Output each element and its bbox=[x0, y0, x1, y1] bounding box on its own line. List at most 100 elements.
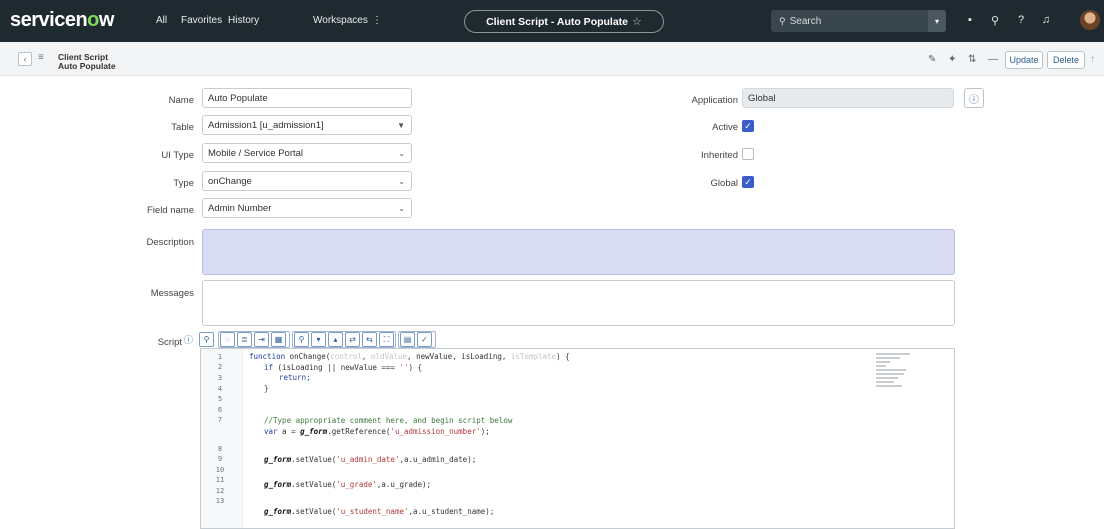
search-scope-dropdown[interactable]: ▾ bbox=[928, 10, 946, 32]
ui-type-select-value: Mobile / Service Portal bbox=[208, 147, 304, 159]
search-icon: ⚲ bbox=[779, 15, 786, 26]
type-select[interactable]: onChange ⌄ bbox=[202, 171, 412, 191]
line-number: 11 bbox=[215, 476, 225, 484]
line-number: 12 bbox=[215, 487, 225, 495]
script-editor[interactable]: 1 2 3 4 5 6 7 8 9 10 11 12 13 function o… bbox=[200, 348, 955, 529]
indent-icon[interactable]: ⇥ bbox=[254, 332, 269, 347]
more-options-icon[interactable]: — bbox=[988, 54, 998, 65]
chevron-down-icon: ⌄ bbox=[398, 204, 405, 213]
chevron-down-icon: ▼ bbox=[397, 121, 405, 130]
inherited-label: Inherited bbox=[701, 150, 738, 161]
find-previous-icon[interactable]: ▴ bbox=[328, 332, 343, 347]
settings-sliders-icon[interactable]: ⇅ bbox=[968, 54, 976, 65]
line-number: 8 bbox=[217, 445, 223, 453]
find-icon[interactable]: ⚲ bbox=[294, 332, 309, 347]
page-title-pill[interactable]: Client Script - Auto Populate ☆ bbox=[464, 10, 664, 33]
activity-icon[interactable]: ✦ bbox=[948, 54, 956, 65]
script-debug-icon[interactable]: ⚲ bbox=[199, 332, 214, 347]
chevron-down-icon: ⌄ bbox=[398, 177, 405, 186]
nav-favorites[interactable]: Favorites bbox=[181, 15, 222, 26]
help-icon[interactable]: ? bbox=[1013, 12, 1029, 28]
chat-icon[interactable]: ▪ bbox=[962, 12, 978, 28]
search-input[interactable]: ⚲ Search ▾ bbox=[771, 10, 946, 32]
inherited-checkbox[interactable] bbox=[742, 148, 754, 160]
code-line: g_form.setValue('u_admin_date',a.u_admin… bbox=[264, 455, 477, 464]
code-line: //Type appropriate comment here, and beg… bbox=[264, 416, 513, 425]
update-button[interactable]: Update bbox=[1005, 51, 1043, 69]
line-number: 2 bbox=[217, 363, 223, 371]
user-avatar[interactable] bbox=[1080, 10, 1100, 30]
up-arrow-icon[interactable]: ↑ bbox=[1090, 54, 1095, 65]
fullscreen-icon[interactable]: ⛶ bbox=[379, 332, 394, 347]
global-search-icon[interactable]: ⚲ bbox=[987, 12, 1003, 28]
form-menu-icon[interactable]: ≡ bbox=[38, 52, 44, 63]
line-number: 7 bbox=[217, 416, 223, 424]
code-line: return; bbox=[279, 373, 311, 382]
type-label: Type bbox=[173, 178, 194, 189]
delete-button[interactable]: Delete bbox=[1047, 51, 1085, 69]
field-name-select-value: Admin Number bbox=[208, 202, 272, 214]
script-assist-icon[interactable]: ▤ bbox=[400, 332, 415, 347]
messages-label: Messages bbox=[150, 288, 194, 299]
ui-type-label: UI Type bbox=[161, 150, 194, 161]
info-icon[interactable]: ⓘ bbox=[964, 88, 984, 108]
application-label: Application bbox=[691, 95, 738, 106]
nav-history[interactable]: History bbox=[228, 15, 259, 26]
form-header: ‹ ≡ Client Script Auto Populate ✎ ✦ ⇅ — … bbox=[0, 42, 1104, 76]
code-line: g_form.setValue('u_student_name',a.u_stu… bbox=[264, 507, 495, 516]
line-number: 13 bbox=[215, 497, 225, 505]
line-number: 1 bbox=[217, 353, 223, 361]
form-record-name: Auto Populate bbox=[58, 61, 116, 71]
line-number: 5 bbox=[217, 395, 223, 403]
line-number: 4 bbox=[217, 385, 223, 393]
back-button[interactable]: ‹ bbox=[18, 52, 32, 66]
table-label: Table bbox=[171, 122, 194, 133]
code-line: function onChange(control, oldValue, new… bbox=[249, 352, 570, 361]
chevron-down-icon: ⌄ bbox=[398, 149, 405, 158]
find-next-icon[interactable]: ▾ bbox=[311, 332, 326, 347]
code-line: var a = g_form.getReference('u_admission… bbox=[264, 427, 490, 436]
notifications-bell-icon[interactable]: ♫ bbox=[1038, 12, 1054, 28]
application-field: Global bbox=[742, 88, 954, 108]
attachment-icon[interactable]: ✎ bbox=[928, 54, 936, 65]
script-info-icon[interactable]: ⓘ bbox=[184, 333, 193, 346]
code-minimap[interactable] bbox=[876, 353, 912, 397]
type-select-value: onChange bbox=[208, 175, 252, 187]
ui-type-select[interactable]: Mobile / Service Portal ⌄ bbox=[202, 143, 412, 163]
global-label: Global bbox=[710, 178, 738, 189]
line-number-gutter: 1 2 3 4 5 6 7 8 9 10 11 12 13 bbox=[201, 349, 243, 528]
active-label: Active bbox=[712, 122, 738, 133]
nav-more-icon[interactable]: ⋮ bbox=[372, 15, 382, 26]
messages-textarea[interactable] bbox=[202, 280, 955, 326]
syntax-check-icon[interactable]: ✓ bbox=[417, 332, 432, 347]
field-name-select[interactable]: Admin Number ⌄ bbox=[202, 198, 412, 218]
replace-all-icon[interactable]: ⇆ bbox=[362, 332, 377, 347]
script-label: Script bbox=[157, 337, 182, 348]
page-title: Client Script - Auto Populate bbox=[486, 15, 629, 28]
global-checkbox[interactable]: ✓ bbox=[742, 176, 754, 188]
description-textarea[interactable] bbox=[202, 229, 955, 275]
code-line: g_form.setValue('u_grade',a.u_grade); bbox=[264, 480, 432, 489]
line-number: 10 bbox=[215, 466, 225, 474]
table-select-value: Admission1 [u_admission1] bbox=[208, 119, 324, 131]
name-input[interactable]: Auto Populate bbox=[202, 88, 412, 108]
field-name-label: Field name bbox=[147, 205, 194, 216]
servicenow-logo[interactable]: servicenow bbox=[10, 9, 114, 32]
search-placeholder: Search bbox=[789, 15, 822, 27]
active-checkbox[interactable]: ✓ bbox=[742, 120, 754, 132]
top-navigation-bar: servicenow All Favorites History Workspa… bbox=[0, 0, 1104, 42]
nav-workspaces[interactable]: Workspaces bbox=[313, 15, 368, 26]
table-select[interactable]: Admission1 [u_admission1] ▼ bbox=[202, 115, 412, 135]
description-label: Description bbox=[146, 237, 194, 248]
comment-icon[interactable]: ◌ bbox=[220, 332, 235, 347]
line-number: 3 bbox=[217, 374, 223, 382]
grid-icon[interactable]: ▦ bbox=[271, 332, 286, 347]
replace-icon[interactable]: ⇄ bbox=[345, 332, 360, 347]
star-icon[interactable]: ☆ bbox=[632, 15, 642, 28]
format-code-icon[interactable]: ≣ bbox=[237, 332, 252, 347]
code-line: } bbox=[264, 384, 269, 393]
line-number: 6 bbox=[217, 406, 223, 414]
name-label: Name bbox=[168, 95, 194, 106]
nav-all[interactable]: All bbox=[156, 15, 167, 26]
line-number: 9 bbox=[217, 455, 223, 463]
